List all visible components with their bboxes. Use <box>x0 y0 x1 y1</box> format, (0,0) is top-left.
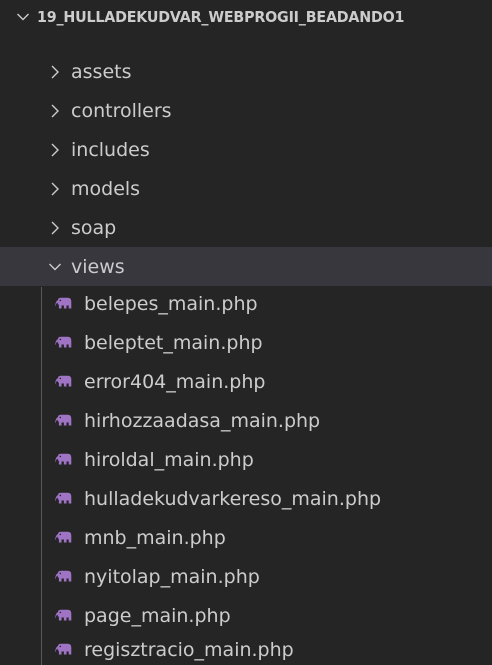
file-label: hiroldal_main.php <box>84 448 254 471</box>
file-mnb-main-php[interactable]: mnb_main.php <box>0 518 492 557</box>
file-nyitolap-main-php[interactable]: nyitolap_main.php <box>0 557 492 596</box>
file-error404-main-php[interactable]: error404_main.php <box>0 362 492 401</box>
chevron-right-icon <box>47 101 63 121</box>
folder-label: controllers <box>71 99 172 122</box>
file-hiroldal-main-php[interactable]: hiroldal_main.php <box>0 440 492 479</box>
php-elephant-icon <box>55 609 72 623</box>
php-elephant-icon <box>55 531 72 545</box>
file-label: hulladekudvarkereso_main.php <box>84 487 382 510</box>
file-label: regisztracio_main.php <box>84 639 294 661</box>
folder-label: assets <box>71 60 132 83</box>
folder-soap[interactable]: soap <box>0 208 492 247</box>
file-label: beleptet_main.php <box>84 331 263 354</box>
file-belepes-main-php[interactable]: belepes_main.php <box>0 284 492 323</box>
explorer-root-folder[interactable]: 19_HULLADEKUDVAR_WEBPROGII_BEADANDO1 <box>0 0 492 33</box>
file-hirhozzaadasa-main-php[interactable]: hirhozzaadasa_main.php <box>0 401 492 440</box>
root-folder-label: 19_HULLADEKUDVAR_WEBPROGII_BEADANDO1 <box>37 7 405 26</box>
php-elephant-icon <box>55 492 72 506</box>
php-elephant-icon <box>55 414 72 428</box>
file-label: mnb_main.php <box>84 526 226 549</box>
php-elephant-icon <box>55 375 72 389</box>
folder-assets[interactable]: assets <box>0 52 492 91</box>
php-elephant-icon <box>55 297 72 311</box>
folder-models[interactable]: models <box>0 169 492 208</box>
file-explorer: 19_HULLADEKUDVAR_WEBPROGII_BEADANDO1 ass… <box>0 0 492 665</box>
php-elephant-icon <box>55 570 72 584</box>
chevron-down-icon <box>15 7 31 27</box>
php-elephant-icon <box>55 336 72 350</box>
folder-views[interactable]: views <box>0 247 492 286</box>
folder-includes[interactable]: includes <box>0 130 492 169</box>
chevron-down-icon <box>47 257 63 277</box>
chevron-right-icon <box>47 140 63 160</box>
file-beleptet-main-php[interactable]: beleptet_main.php <box>0 323 492 362</box>
chevron-right-icon <box>47 179 63 199</box>
file-label: belepes_main.php <box>84 292 258 315</box>
chevron-right-icon <box>47 218 63 238</box>
file-label: hirhozzaadasa_main.php <box>84 409 321 432</box>
folder-controllers[interactable]: controllers <box>0 91 492 130</box>
file-hulladekudvarkereso-main-php[interactable]: hulladekudvarkereso_main.php <box>0 479 492 518</box>
file-label: page_main.php <box>84 604 231 627</box>
file-label: error404_main.php <box>84 370 266 393</box>
file-regisztracio-main-php[interactable]: regisztracio_main.php <box>0 635 492 665</box>
folder-label: soap <box>71 216 117 239</box>
php-elephant-icon <box>55 642 72 656</box>
folder-label: includes <box>71 138 150 161</box>
folder-label: models <box>71 177 141 200</box>
chevron-right-icon <box>47 62 63 82</box>
file-page-main-php[interactable]: page_main.php <box>0 596 492 635</box>
php-elephant-icon <box>55 453 72 467</box>
file-label: nyitolap_main.php <box>84 565 260 588</box>
folder-label: views <box>71 255 125 278</box>
